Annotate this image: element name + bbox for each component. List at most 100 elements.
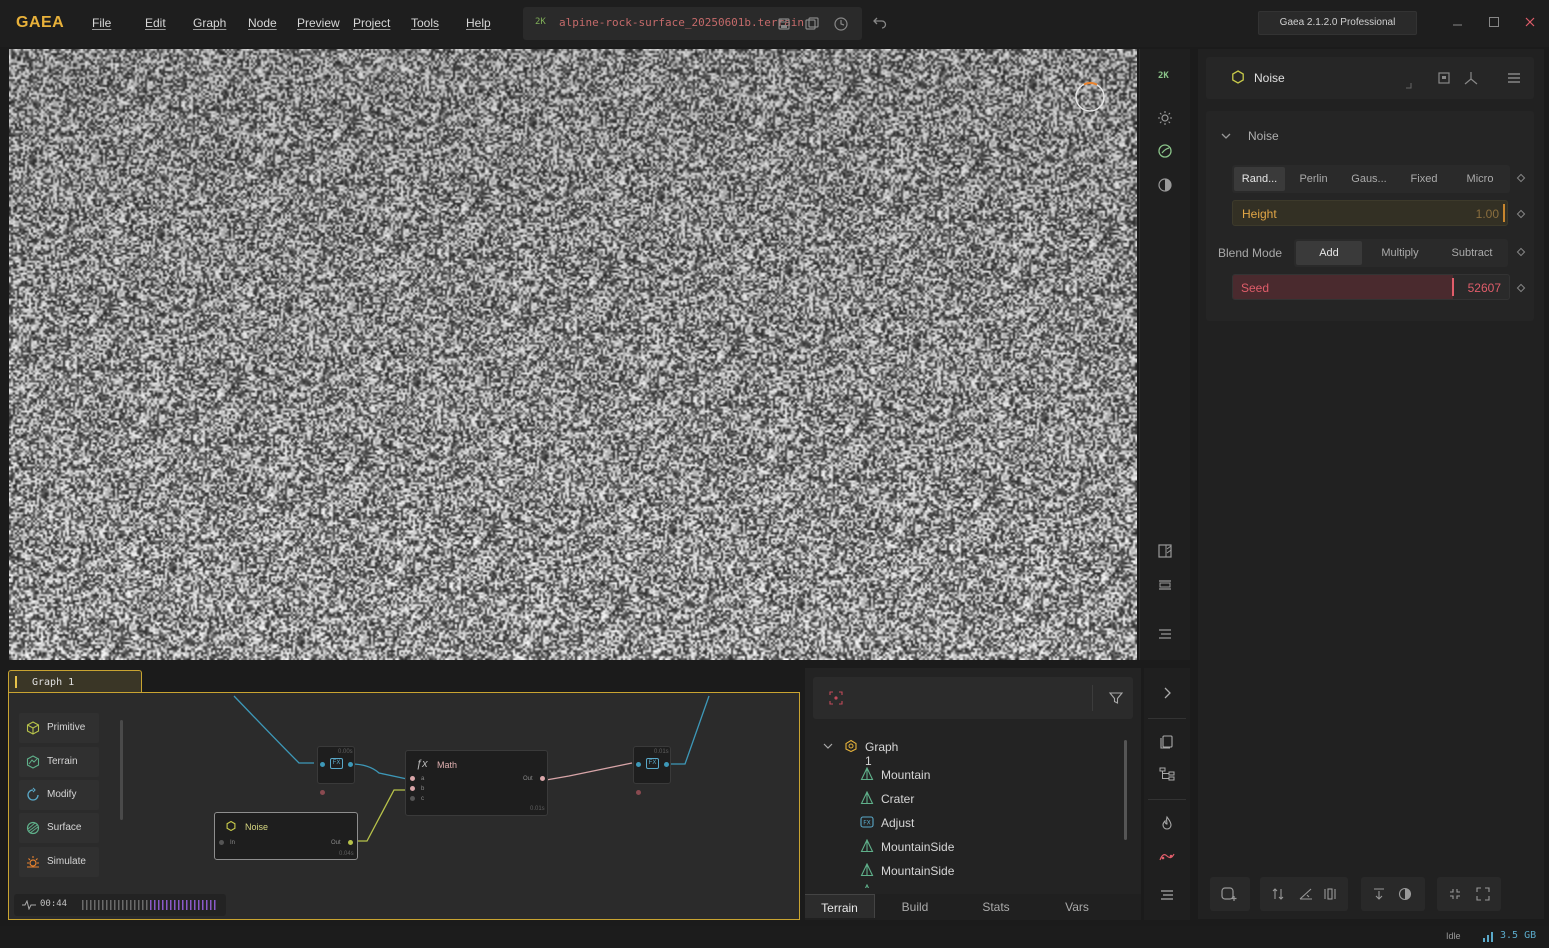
node-tree-icon[interactable] (1159, 766, 1175, 782)
fx-node-1-out-port[interactable] (348, 762, 353, 767)
save-as-icon[interactable] (804, 16, 820, 32)
file-name[interactable]: alpine-rock-surface_20250601b.terrain (559, 16, 804, 29)
math-port-a[interactable] (410, 776, 415, 781)
fx-node-2-out-port[interactable] (664, 762, 669, 767)
noise-type-fixed[interactable]: Fixed (1396, 167, 1452, 191)
tab-build[interactable]: Build (875, 894, 955, 918)
version-badge[interactable]: Gaea 2.1.2.0 Professional (1258, 11, 1417, 35)
terrain-preview[interactable] (9, 49, 1137, 660)
seed-slider[interactable]: Seed 52607 (1232, 274, 1510, 300)
fx-node-1[interactable]: 0.00s FX (317, 746, 355, 784)
minimize-icon[interactable] (1450, 14, 1466, 30)
tree-item-label: Adjust (881, 816, 915, 830)
fx-node-1-in-port[interactable] (320, 762, 325, 767)
target-icon[interactable] (829, 691, 843, 705)
half-circle-icon[interactable] (1397, 886, 1413, 902)
menu-node[interactable]: Node (248, 16, 277, 30)
properties-node-title[interactable]: Noise (1254, 71, 1285, 85)
noise-in-port[interactable] (219, 840, 224, 845)
height-slider-handle[interactable] (1503, 204, 1505, 222)
noise-type-random[interactable]: Rand... (1234, 167, 1285, 191)
height-slider[interactable]: Height 1.00 (1232, 200, 1508, 226)
noise-type-perlin[interactable]: Perlin (1285, 167, 1342, 191)
palette-terrain[interactable]: Terrain (19, 747, 99, 777)
menu-file[interactable]: File (92, 16, 111, 30)
palette-scrollbar[interactable] (120, 720, 123, 820)
tab-stats[interactable]: Stats (955, 894, 1037, 918)
menu-preview[interactable]: Preview (297, 16, 340, 30)
menu-graph[interactable]: Graph (193, 16, 226, 30)
svg-text:FX: FX (863, 820, 871, 827)
list-menu-icon[interactable] (1159, 887, 1175, 903)
maximize-icon[interactable] (1486, 14, 1502, 30)
build-timeline[interactable]: 00:44 (14, 894, 226, 916)
viewport-resolution-badge[interactable]: 2K (1158, 71, 1169, 81)
download-icon[interactable] (1371, 886, 1387, 902)
fx-node-2-in-port[interactable] (636, 762, 641, 767)
blend-mode-multiply[interactable]: Multiply (1362, 241, 1438, 265)
math-node[interactable]: ƒx Math a b c Out 0.01s (405, 750, 548, 816)
render-mode-icon[interactable] (1157, 143, 1173, 159)
frame-icon[interactable] (1157, 577, 1173, 593)
fx-node-2[interactable]: 0.01s FX (633, 746, 671, 784)
menu-help[interactable]: Help (466, 16, 491, 30)
palette-surface-label: Surface (47, 822, 82, 833)
chevron-down-icon[interactable] (1220, 130, 1232, 142)
explorer-search-input[interactable] (849, 689, 1079, 707)
blend-mode-add[interactable]: Add (1296, 241, 1362, 265)
palette-simulate[interactable]: Simulate (19, 847, 99, 877)
sort-icon[interactable] (1270, 886, 1286, 902)
properties-menu-icon[interactable] (1506, 70, 1522, 86)
tab-vars[interactable]: Vars (1037, 894, 1117, 918)
tab-terrain[interactable]: Terrain (805, 894, 875, 918)
palette-primitive[interactable]: Primitive (19, 713, 99, 743)
blend-mode-subtract[interactable]: Subtract (1438, 241, 1506, 265)
fire-icon[interactable] (1159, 815, 1175, 831)
menu-project[interactable]: Project (353, 16, 390, 30)
history-icon[interactable] (833, 16, 849, 32)
panel-layout-icon[interactable] (1436, 70, 1452, 86)
bookmark-icon[interactable] (1159, 734, 1175, 750)
math-port-b[interactable] (410, 786, 415, 791)
viewport-menu-icon[interactable] (1157, 626, 1173, 642)
noise-type-keyframe-icon[interactable] (1516, 173, 1526, 183)
blend-mode-keyframe-icon[interactable] (1516, 247, 1526, 257)
split-view-icon[interactable] (1157, 543, 1173, 559)
palette-surface[interactable]: Surface (19, 813, 99, 843)
noise-node[interactable]: Noise In Out 0.04s (214, 812, 358, 860)
collapse-icon[interactable] (1447, 886, 1463, 902)
noise-type-micro[interactable]: Micro (1452, 167, 1508, 191)
close-icon[interactable] (1522, 14, 1538, 30)
filter-icon[interactable] (1108, 690, 1124, 706)
fx-node-2-mask-port[interactable] (636, 790, 641, 795)
add-node-button[interactable] (1210, 877, 1250, 911)
graph-tab[interactable]: Graph 1 (8, 670, 142, 693)
undo-icon[interactable] (872, 14, 888, 30)
noise-out-port[interactable] (348, 840, 353, 845)
erosion-icon[interactable] (1159, 848, 1175, 864)
chevron-right-icon[interactable] (1159, 685, 1175, 701)
menu-tools[interactable]: Tools (411, 16, 439, 30)
menu-edit[interactable]: Edit (145, 16, 166, 30)
axis-icon[interactable] (1463, 70, 1479, 86)
fullscreen-icon[interactable] (1475, 886, 1491, 902)
sun-icon[interactable] (1157, 110, 1173, 126)
fx-node-1-mask-port[interactable] (320, 790, 325, 795)
noise-type-gaussian[interactable]: Gaus... (1342, 167, 1396, 191)
3d-viewport[interactable] (9, 49, 1137, 660)
seed-slider-handle[interactable] (1452, 278, 1454, 296)
slope-icon[interactable] (1298, 886, 1314, 902)
explorer-scrollbar[interactable] (1124, 740, 1127, 840)
palette-modify[interactable]: Modify (19, 780, 99, 810)
height-keyframe-icon[interactable] (1516, 209, 1526, 219)
save-icon[interactable] (776, 16, 792, 32)
fx-node-1-time: 0.00s (338, 749, 353, 755)
math-port-c[interactable] (410, 796, 415, 801)
contrast-icon[interactable] (1157, 177, 1173, 193)
graph-canvas[interactable]: Primitive Terrain Modify Surface Simulat… (8, 692, 800, 920)
math-out-port[interactable] (540, 776, 545, 781)
tree-chevron-down-icon[interactable] (822, 740, 834, 752)
seed-keyframe-icon[interactable] (1516, 283, 1526, 293)
columns-icon[interactable] (1322, 886, 1338, 902)
timeline-bar (106, 900, 108, 910)
